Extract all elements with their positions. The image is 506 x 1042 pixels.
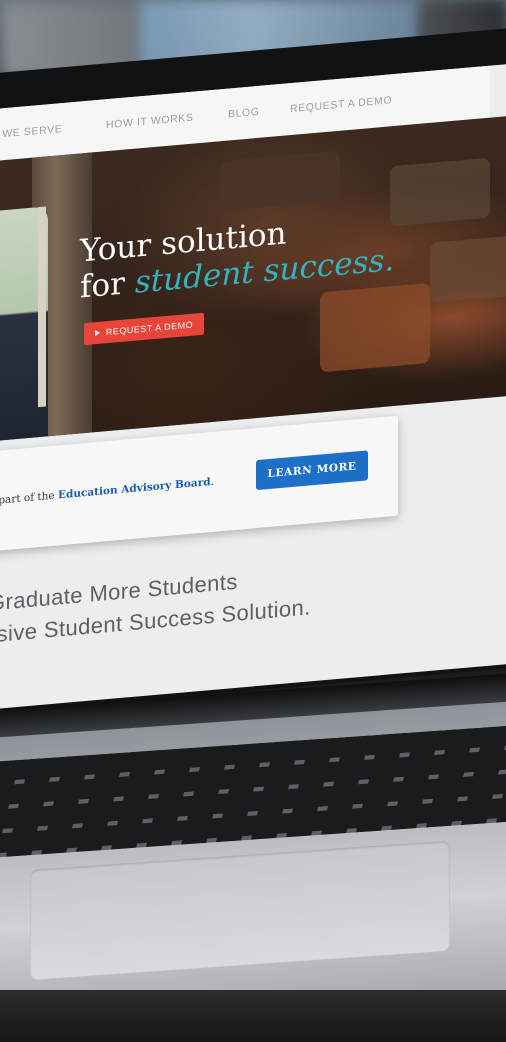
hero-title-prefix: for (80, 264, 135, 306)
tagline: Graduate More Students nsive Student Suc… (0, 559, 311, 651)
info-text: w part of the Education Advisory Board. (0, 476, 214, 508)
stone-wall-texture (220, 150, 340, 212)
info-text-prefix: w part of the (0, 489, 55, 508)
stone-wall-texture (320, 282, 430, 373)
request-demo-button[interactable]: REQUEST A DEMO (84, 312, 204, 346)
laptop-screen: O WE SERVE HOW IT WORKS BLOG REQUEST A D… (0, 63, 506, 712)
nav-item-request-demo[interactable]: REQUEST A DEMO (290, 94, 392, 115)
play-triangle-icon (94, 329, 100, 337)
table-surface (0, 990, 506, 1042)
stone-wall-texture (430, 235, 506, 303)
education-advisory-board-link[interactable]: Education Advisory Board (58, 476, 211, 501)
stone-wall-texture (390, 157, 490, 227)
info-text-suffix: . (210, 475, 214, 489)
nav-item-who-we-serve[interactable]: O WE SERVE (0, 123, 62, 141)
nav-item-how-it-works[interactable]: HOW IT WORKS (106, 112, 194, 132)
learn-more-button[interactable]: LEARN MORE (256, 450, 368, 491)
hero-banner: Your solution for student success. REQUE… (0, 115, 506, 444)
nav-item-blog[interactable]: BLOG (228, 106, 260, 121)
hero-bag-strap (38, 206, 46, 408)
request-demo-label: REQUEST A DEMO (105, 319, 194, 338)
info-card: w part of the Education Advisory Board. … (0, 415, 398, 554)
